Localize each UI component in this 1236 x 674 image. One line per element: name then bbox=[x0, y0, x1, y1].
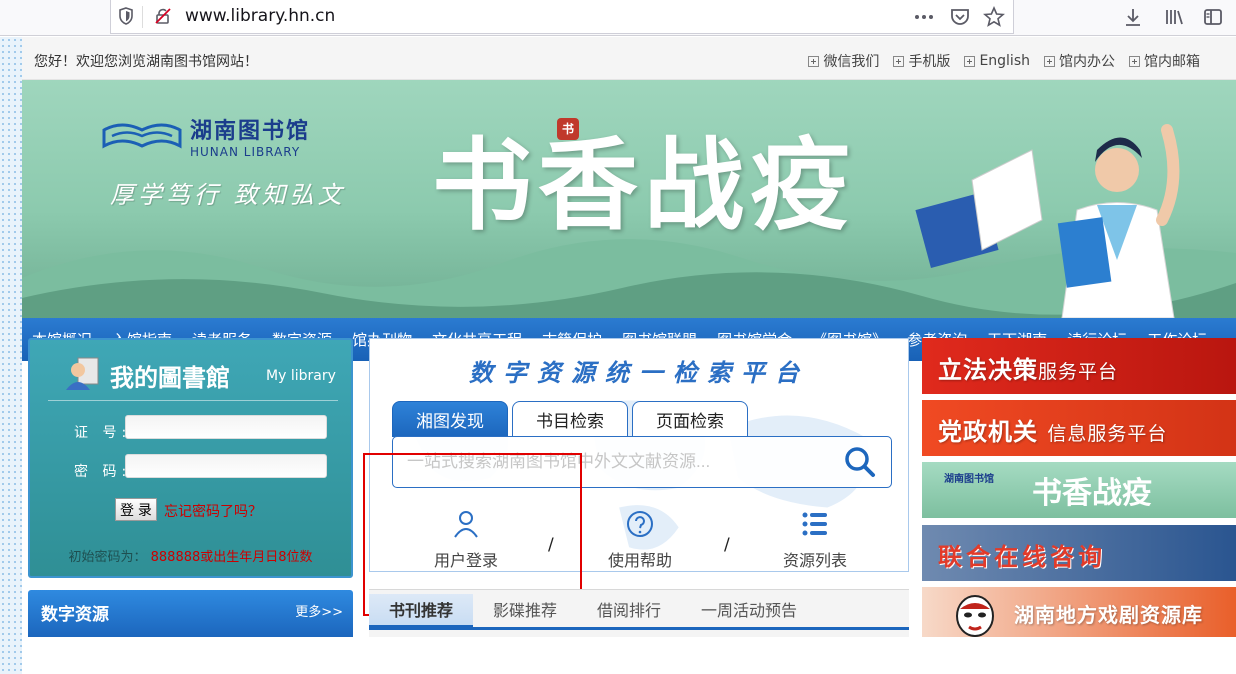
password-hint: 初始密码为： 888888或出生年月日8位数 bbox=[30, 546, 351, 565]
decorative-gutter bbox=[0, 37, 22, 674]
login-button[interactable]: 登 录 bbox=[115, 498, 157, 521]
plus-icon bbox=[1044, 55, 1055, 67]
password-input[interactable] bbox=[125, 454, 327, 478]
sidebar-icon[interactable] bbox=[1202, 6, 1224, 28]
web-page: 您好！欢迎您浏览湖南图书馆网站！ 微信我们 手机版 English 馆内办公 馆… bbox=[0, 37, 1236, 674]
mini-title: 书香战疫 bbox=[1032, 476, 1152, 511]
banner-online-consult-text: 联合在线咨询 bbox=[938, 543, 1106, 571]
card-number-label: 证 号: bbox=[74, 425, 132, 441]
more-link[interactable]: 更多>> bbox=[295, 601, 343, 620]
search-icon[interactable] bbox=[843, 445, 877, 479]
tab-weekly-events[interactable]: 一周活动预告 bbox=[681, 594, 817, 628]
banner-party-main: 党政机关 bbox=[938, 418, 1038, 446]
banner-local-opera-text: 湖南地方戏剧资源库 bbox=[1014, 603, 1203, 627]
digital-resources-header: 数字资源 更多>> bbox=[28, 590, 353, 637]
quick-help-label: 使用帮助 bbox=[607, 551, 672, 570]
top-link-mail[interactable]: 馆内邮箱 bbox=[1129, 51, 1200, 71]
quick-resource-list-label: 资源列表 bbox=[782, 551, 847, 570]
plus-icon bbox=[808, 55, 820, 67]
recommend-tab-underline bbox=[369, 627, 909, 630]
pocket-icon[interactable] bbox=[949, 6, 971, 28]
banner-reading-fight-epidemic[interactable]: 湖南图书馆 书香战疫 bbox=[922, 462, 1236, 518]
doctor-illustration bbox=[915, 124, 1180, 318]
search-tabs: 湘图发现 书目检索 页面检索 bbox=[392, 401, 748, 437]
help-icon bbox=[627, 511, 653, 537]
top-links: 微信我们 手机版 English 馆内办公 馆内邮箱 bbox=[808, 51, 1200, 71]
top-info-bar: 您好！欢迎您浏览湖南图书馆网站！ 微信我们 手机版 English 馆内办公 馆… bbox=[22, 37, 1236, 80]
plus-icon bbox=[893, 55, 905, 67]
tab-hunan-discovery[interactable]: 湘图发现 bbox=[392, 401, 508, 437]
banner-online-consult[interactable]: 联合在线咨询 bbox=[922, 525, 1236, 581]
opera-mask-icon bbox=[956, 595, 994, 637]
my-library-english: My library bbox=[266, 368, 336, 384]
top-link-wechat[interactable]: 微信我们 bbox=[808, 51, 879, 71]
banner-title: 书香战疫 bbox=[432, 126, 856, 244]
tab-disc-recommend[interactable]: 影碟推荐 bbox=[473, 594, 577, 628]
red-seal: 书 bbox=[557, 118, 579, 140]
top-link-mobile[interactable]: 手机版 bbox=[893, 51, 950, 71]
separator-slash: / bbox=[724, 535, 730, 555]
hero-banner: 湖南图书馆 HUNAN LIBRARY 厚学笃行 致知弘文 书香战疫 书 bbox=[22, 80, 1236, 318]
library-logo-icon bbox=[102, 123, 182, 149]
library-motto: 厚学笃行 致知弘文 bbox=[110, 181, 346, 209]
mini-logo: 湖南图书馆 bbox=[944, 474, 994, 485]
password-label: 密 码: bbox=[74, 464, 132, 480]
quick-help[interactable]: 使用帮助 bbox=[580, 509, 700, 571]
logo-english-name: HUNAN LIBRARY bbox=[190, 145, 301, 159]
banner-local-opera[interactable]: 湖南地方戏剧资源库 bbox=[922, 587, 1236, 637]
forgot-password-link[interactable]: 忘记密码了吗？ bbox=[164, 501, 262, 521]
banner-legislative-sub: 服务平台 bbox=[1038, 361, 1119, 383]
plus-icon bbox=[1129, 55, 1140, 67]
library-icon[interactable] bbox=[1163, 6, 1185, 28]
list-icon bbox=[802, 512, 827, 536]
banner-legislative-service[interactable]: 立法决策服务平台 bbox=[922, 338, 1236, 394]
my-library-panel: 我的圖書館 My library 证 号: 密 码: 登 录 忘记密码了吗？ 初… bbox=[28, 338, 353, 578]
tab-page-search[interactable]: 页面检索 bbox=[632, 401, 748, 437]
more-actions-icon[interactable] bbox=[913, 6, 935, 28]
header-divider bbox=[48, 400, 338, 401]
top-link-english[interactable]: English bbox=[964, 51, 1030, 71]
my-library-title: 我的圖書館 bbox=[110, 363, 230, 392]
browser-toolbar: www.library.hn.cn bbox=[0, 0, 1236, 36]
logo-chinese-name: 湖南图书馆 bbox=[190, 118, 311, 144]
top-link-office[interactable]: 馆内办公 bbox=[1044, 51, 1115, 71]
banner-party-sub: 信息服务平台 bbox=[1047, 423, 1168, 445]
url-text[interactable]: www.library.hn.cn bbox=[185, 6, 335, 26]
digital-resources-title: 数字资源 bbox=[41, 605, 109, 625]
password-hint-label: 初始密码为： bbox=[68, 550, 147, 565]
bookmark-star-icon[interactable] bbox=[983, 6, 1005, 28]
download-icon[interactable] bbox=[1122, 6, 1144, 28]
tab-catalog-search[interactable]: 书目检索 bbox=[512, 401, 628, 437]
welcome-text: 您好！欢迎您浏览湖南图书馆网站！ bbox=[34, 54, 258, 70]
password-hint-value: 888888或出生年月日8位数 bbox=[150, 550, 313, 565]
tracking-shield-icon[interactable] bbox=[118, 7, 134, 25]
tab-book-recommend[interactable]: 书刊推荐 bbox=[369, 594, 474, 628]
tab-borrow-ranking[interactable]: 借阅排行 bbox=[577, 594, 681, 628]
search-platform-title: 数字资源统一检索平台 bbox=[469, 359, 809, 387]
plus-icon bbox=[964, 55, 976, 67]
user-avatar-icon bbox=[66, 357, 99, 390]
card-number-input[interactable] bbox=[125, 415, 327, 439]
library-logo[interactable]: 湖南图书馆 HUNAN LIBRARY bbox=[102, 113, 310, 159]
banner-party-government[interactable]: 党政机关 信息服务平台 bbox=[922, 400, 1236, 456]
url-separator bbox=[142, 6, 143, 28]
banner-legislative-main: 立法决策 bbox=[938, 356, 1038, 384]
quick-resource-list[interactable]: 资源列表 bbox=[755, 509, 875, 571]
insecure-lock-icon[interactable] bbox=[154, 7, 172, 25]
